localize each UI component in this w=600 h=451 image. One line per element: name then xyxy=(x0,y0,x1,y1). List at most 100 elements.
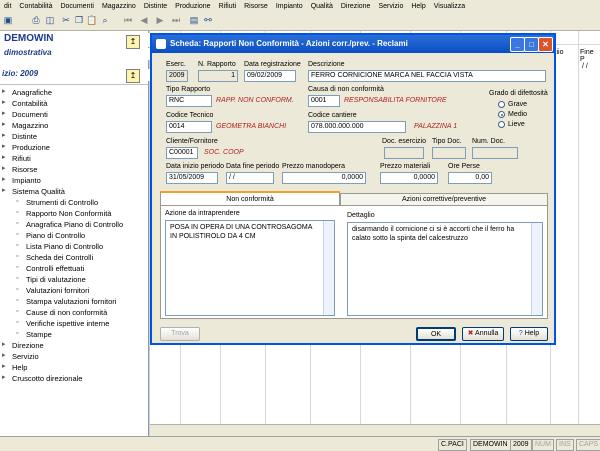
find-icon[interactable]: ⌕ xyxy=(99,14,111,26)
tree-item[interactable]: ▫ Cause di non conformità xyxy=(16,307,107,317)
menu-item[interactable]: Magazzino xyxy=(98,3,140,10)
azione-scrollbar[interactable] xyxy=(323,221,334,315)
doc-esercizio-field[interactable] xyxy=(384,147,424,159)
folder-icon: ▸ xyxy=(2,165,6,172)
menu-item[interactable]: dit xyxy=(0,3,15,10)
tree-item[interactable]: ▸ Cruscotto direzionale xyxy=(2,373,82,383)
data-inizio-field[interactable]: 31/05/2009 xyxy=(166,172,218,184)
tree-item[interactable]: ▫ Anagrafica Piano di Controllo xyxy=(16,219,123,229)
annulla-button[interactable]: ✖ Annulla xyxy=(462,327,504,341)
menu-item[interactable]: Rifiuti xyxy=(215,3,241,10)
prezzo-manodopera-field[interactable]: 0,0000 xyxy=(282,172,366,184)
azione-textarea[interactable]: POSA IN OPERA DI UNA CONTROSAGOMA IN POL… xyxy=(165,220,335,316)
data-registrazione-field[interactable]: 09/02/2009 xyxy=(244,70,296,82)
tree-item[interactable]: ▫ Stampe xyxy=(16,329,52,339)
tree-item[interactable]: ▫ Scheda dei Controlli xyxy=(16,252,93,262)
help-button[interactable]: ? Help xyxy=(510,327,548,341)
menu-item[interactable]: Impianto xyxy=(272,3,307,10)
tree-item[interactable]: ▸ Direzione xyxy=(2,340,44,350)
tree-item[interactable]: ▸ Documenti xyxy=(2,109,48,119)
report-icon: ▫ xyxy=(16,220,19,227)
esercizio-field[interactable]: 2009 xyxy=(166,70,188,82)
tree-item[interactable]: ▸ Anagrafiche xyxy=(2,87,52,97)
data-fine-field[interactable]: / / xyxy=(226,172,274,184)
folder-icon: ▸ xyxy=(2,143,6,150)
dettaglio-scrollbar[interactable] xyxy=(531,223,542,315)
binoculars-icon[interactable]: ⚯ xyxy=(202,14,214,26)
esercizio-label: Eserc. xyxy=(166,61,186,68)
tree-item[interactable]: ▫ Verifiche ispettive interne xyxy=(16,318,109,328)
ore-perse-field[interactable]: 0,00 xyxy=(448,172,492,184)
tree-item[interactable]: ▸ Magazzino xyxy=(2,120,48,130)
tree-item[interactable]: ▫ Strumenti di Controllo xyxy=(16,197,98,207)
tree-item[interactable]: ▸ Contabilità xyxy=(2,98,47,108)
save-icon[interactable]: ▣ xyxy=(2,14,14,26)
prezzo-materiali-field[interactable]: 0,0000 xyxy=(380,172,438,184)
tree-item[interactable]: ▸ Risorse xyxy=(2,164,37,174)
menu-item[interactable]: Contabilità xyxy=(15,3,56,10)
first-record-icon[interactable]: ⏮ xyxy=(122,14,134,26)
menu-item[interactable]: Risorse xyxy=(240,3,272,10)
tree-item[interactable]: ▸ Help xyxy=(2,362,27,372)
menu-item[interactable]: Servizio xyxy=(374,3,407,10)
grado-radio-medio[interactable]: Medio xyxy=(498,111,527,118)
maximize-button[interactable]: □ xyxy=(524,37,539,52)
company-switch-icon[interactable]: ↥ xyxy=(126,35,140,49)
menu-item[interactable]: Produzione xyxy=(171,3,214,10)
next-record-icon[interactable]: ▶ xyxy=(154,14,166,26)
tree-item[interactable]: ▸ Distinte xyxy=(2,131,37,141)
menu-item[interactable]: Documenti xyxy=(56,3,97,10)
tree-item[interactable]: ▫ Lista Piano di Controllo xyxy=(16,241,103,251)
new-record-icon[interactable]: ▤ xyxy=(188,14,200,26)
menu-item[interactable]: Visualizza xyxy=(430,3,469,10)
menu-item[interactable]: Direzione xyxy=(337,3,375,10)
tree-item[interactable]: ▫ Rapporto Non Conformità xyxy=(16,208,111,218)
tab-non-conformita[interactable]: Non conformità xyxy=(160,191,340,205)
dialog-titlebar[interactable]: Scheda: Rapporti Non Conformità - Azioni… xyxy=(152,35,554,53)
tecnico-description: GEOMETRA BIANCHI xyxy=(216,123,287,130)
tree-item[interactable]: ▫ Controlli effettuati xyxy=(16,263,84,273)
tree-item[interactable]: ▸ Impianto xyxy=(2,175,41,185)
causa-field[interactable]: 0001 xyxy=(308,95,340,107)
print-icon[interactable]: ⎙ xyxy=(30,14,42,26)
year-switch-icon[interactable]: ↥ xyxy=(126,69,140,83)
codice-cantiere-field[interactable]: 078.000.000.000 xyxy=(308,121,406,133)
menu-item[interactable]: Help xyxy=(407,3,429,10)
codice-tecnico-field[interactable]: 0014 xyxy=(166,121,212,133)
report-icon: ▫ xyxy=(16,253,19,260)
report-icon: ▫ xyxy=(16,209,19,216)
tree-item[interactable]: ▸ Rifiuti xyxy=(2,153,31,163)
trova-button[interactable]: Trova xyxy=(160,327,200,341)
preview-icon[interactable]: ◫ xyxy=(44,14,56,26)
paste-icon[interactable]: 📋 xyxy=(86,14,98,26)
tipo-rapporto-field[interactable]: RNC xyxy=(166,95,212,107)
grado-radio-lieve[interactable]: Lieve xyxy=(498,121,525,128)
cliente-fornitore-field[interactable]: C00001 xyxy=(166,147,198,159)
tree-item[interactable]: ▸ Sistema Qualità xyxy=(2,186,65,196)
cut-icon[interactable]: ✂ xyxy=(60,14,72,26)
menu-item[interactable]: Qualità xyxy=(307,3,337,10)
dettaglio-textarea[interactable]: disarmando il cornicione ci si è accorti… xyxy=(347,222,543,316)
num-doc-field[interactable] xyxy=(472,147,518,159)
prezzo-manodopera-label: Prezzo manodopera xyxy=(282,163,346,170)
ok-button[interactable]: OK xyxy=(416,327,456,341)
tree-item[interactable]: ▸ Produzione xyxy=(2,142,50,152)
grado-radio-grave[interactable]: Grave xyxy=(498,101,527,108)
minimize-button[interactable]: _ xyxy=(510,37,525,52)
menu-item[interactable]: Distinte xyxy=(140,3,171,10)
copy-icon[interactable]: ❐ xyxy=(73,14,85,26)
tree-item[interactable]: ▫ Tipi di valutazione xyxy=(16,274,86,284)
nrapporto-field[interactable]: 1 xyxy=(198,70,238,82)
cliente-fornitore-label: Cliente/Fornitore xyxy=(166,138,218,145)
prev-record-icon[interactable]: ◀ xyxy=(138,14,150,26)
close-button[interactable]: ✕ xyxy=(538,37,553,52)
tree-item[interactable]: ▫ Piano di Controllo xyxy=(16,230,85,240)
tipo-doc-field[interactable] xyxy=(432,147,466,159)
descrizione-field[interactable]: FERRO CORNICIONE MARCA NEL FACCIA VISTA xyxy=(308,70,546,82)
tree-item[interactable]: ▸ Servizio xyxy=(2,351,39,361)
tree-item[interactable]: ▫ Valutazioni fornitori xyxy=(16,285,89,295)
tree-item[interactable]: ▫ Stampa valutazioni fornitori xyxy=(16,296,116,306)
tab-azioni-correttive[interactable]: Azioni correttive/preventive xyxy=(340,193,548,205)
last-record-icon[interactable]: ⏭ xyxy=(170,14,182,26)
tree-item-label: Lista Piano di Controllo xyxy=(26,241,104,251)
